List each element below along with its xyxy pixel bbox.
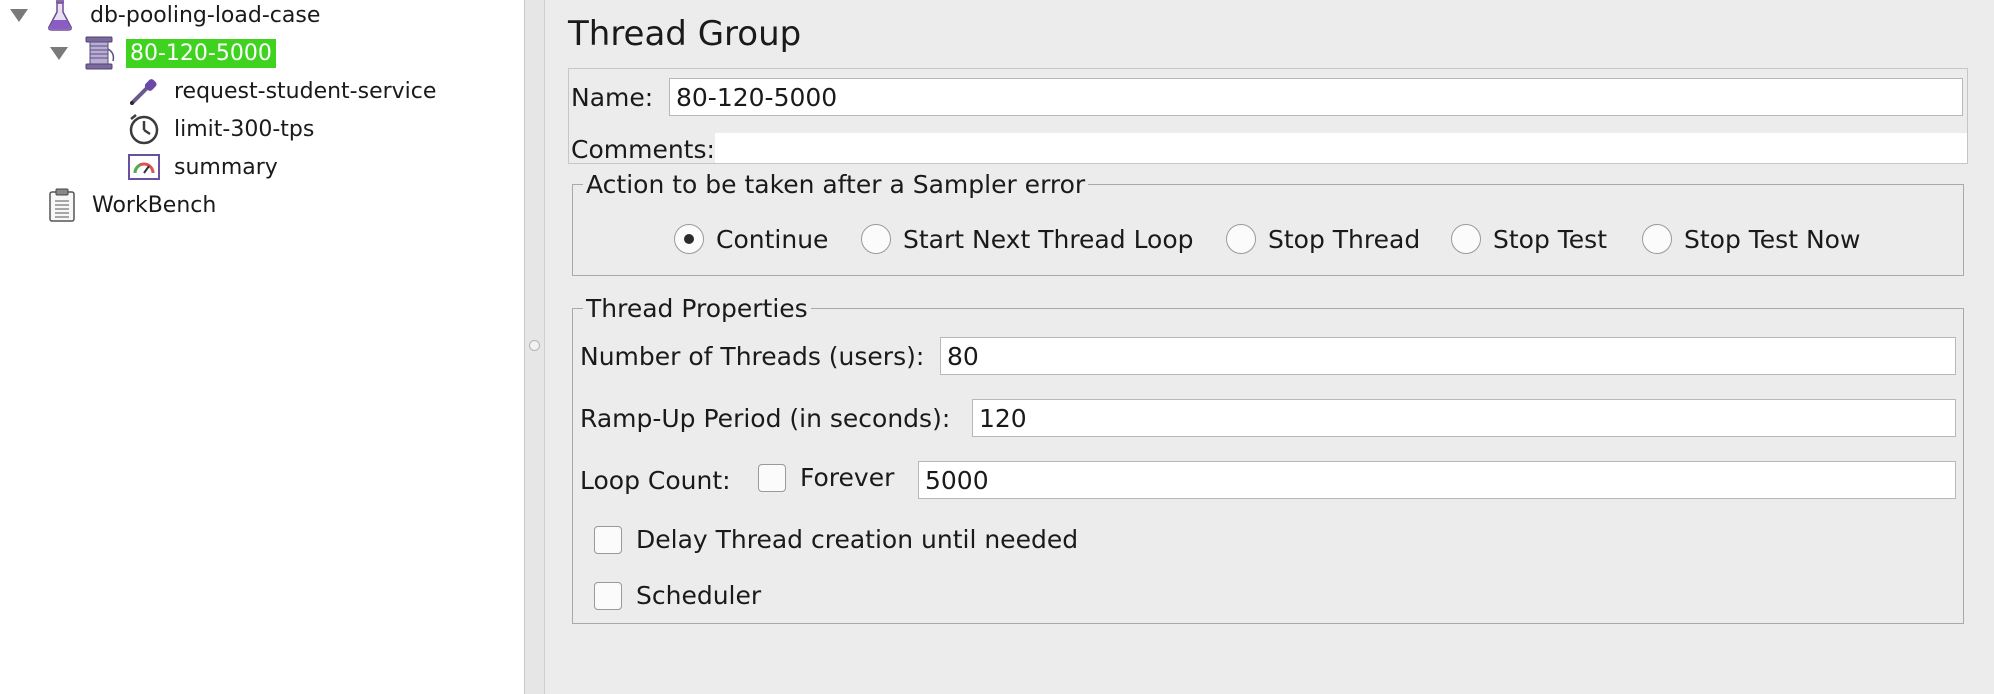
name-label: Name:: [571, 83, 654, 112]
tree-node-workbench[interactable]: WorkBench: [44, 186, 220, 224]
radio-label: Continue: [716, 224, 829, 254]
radio-button[interactable]: [1451, 224, 1481, 254]
tree-label-sampler: request-student-service: [174, 78, 437, 104]
test-plan-tree: db-pooling-load-case 80-120-5000 request…: [0, 0, 525, 694]
thread-group-panel: Thread Group Name: 80-120-5000 Comments:…: [546, 0, 1994, 694]
expand-toggle-icon[interactable]: [10, 8, 28, 22]
tree-label-workbench: WorkBench: [92, 192, 217, 218]
tree-label-timer: limit-300-tps: [174, 116, 315, 142]
comments-label: Comments:: [571, 135, 715, 164]
forever-checkbox-row[interactable]: Forever: [758, 463, 894, 492]
rampup-field[interactable]: 120: [972, 399, 1956, 437]
delay-thread-checkbox[interactable]: [594, 525, 622, 554]
radio-stop-test[interactable]: Stop Test: [1451, 224, 1607, 254]
flask-icon: [42, 0, 78, 33]
radio-button[interactable]: [674, 224, 704, 254]
radio-button[interactable]: [1226, 224, 1256, 254]
rampup-label: Ramp-Up Period (in seconds):: [580, 404, 951, 433]
loop-count-label: Loop Count:: [580, 466, 731, 495]
threads-label: Number of Threads (users):: [580, 342, 925, 371]
scheduler-row[interactable]: Scheduler: [594, 581, 761, 610]
delay-thread-row[interactable]: Delay Thread creation until needed: [594, 525, 1078, 554]
tree-label-listener: summary: [174, 154, 278, 180]
radio-label: Stop Test Now: [1684, 224, 1861, 254]
tree-label-thread-group: 80-120-5000: [126, 38, 276, 68]
comments-field[interactable]: [715, 133, 1967, 163]
spool-icon: [82, 35, 118, 71]
scheduler-checkbox[interactable]: [594, 581, 622, 610]
divider-grip-icon[interactable]: [529, 340, 540, 351]
tree-node-timer[interactable]: limit-300-tps: [126, 110, 318, 148]
radio-continue[interactable]: Continue: [674, 224, 828, 254]
tree-node-thread-group[interactable]: 80-120-5000: [50, 34, 276, 72]
radio-button[interactable]: [861, 224, 891, 254]
forever-checkbox[interactable]: [758, 463, 786, 492]
pipette-icon: [126, 73, 162, 109]
name-field[interactable]: 80-120-5000: [669, 78, 1963, 116]
radio-stop-test-now[interactable]: Stop Test Now: [1642, 224, 1860, 254]
radio-label: Stop Thread: [1268, 224, 1421, 254]
thread-properties-legend: Thread Properties: [586, 294, 808, 323]
clipboard-icon: [44, 187, 80, 223]
threads-field[interactable]: 80: [940, 337, 1956, 375]
gauge-icon: [126, 149, 162, 185]
tree-node-listener[interactable]: summary: [126, 148, 282, 186]
delay-thread-label: Delay Thread creation until needed: [636, 525, 1079, 554]
expand-toggle-icon[interactable]: [50, 46, 68, 60]
page-title: Thread Group: [568, 14, 802, 54]
name-comments-box: Name: 80-120-5000 Comments:: [568, 68, 1968, 164]
tree-node-test-plan[interactable]: db-pooling-load-case: [10, 0, 324, 34]
tree-label-test-plan: db-pooling-load-case: [90, 2, 321, 28]
timer-icon: [126, 111, 162, 147]
radio-label: Stop Test: [1493, 224, 1608, 254]
radio-label: Start Next Thread Loop: [903, 224, 1194, 254]
tree-node-sampler[interactable]: request-student-service: [126, 72, 440, 110]
sampler-error-legend: Action to be taken after a Sampler error: [586, 170, 1086, 199]
loop-count-field[interactable]: 5000: [918, 461, 1956, 499]
forever-label: Forever: [800, 463, 895, 492]
split-pane-divider[interactable]: [525, 0, 545, 694]
radio-button[interactable]: [1642, 224, 1672, 254]
radio-start-next-thread-loop[interactable]: Start Next Thread Loop: [861, 224, 1194, 254]
radio-stop-thread[interactable]: Stop Thread: [1226, 224, 1420, 254]
sampler-error-group: Action to be taken after a Sampler error: [572, 170, 1964, 276]
scheduler-label: Scheduler: [636, 581, 762, 610]
